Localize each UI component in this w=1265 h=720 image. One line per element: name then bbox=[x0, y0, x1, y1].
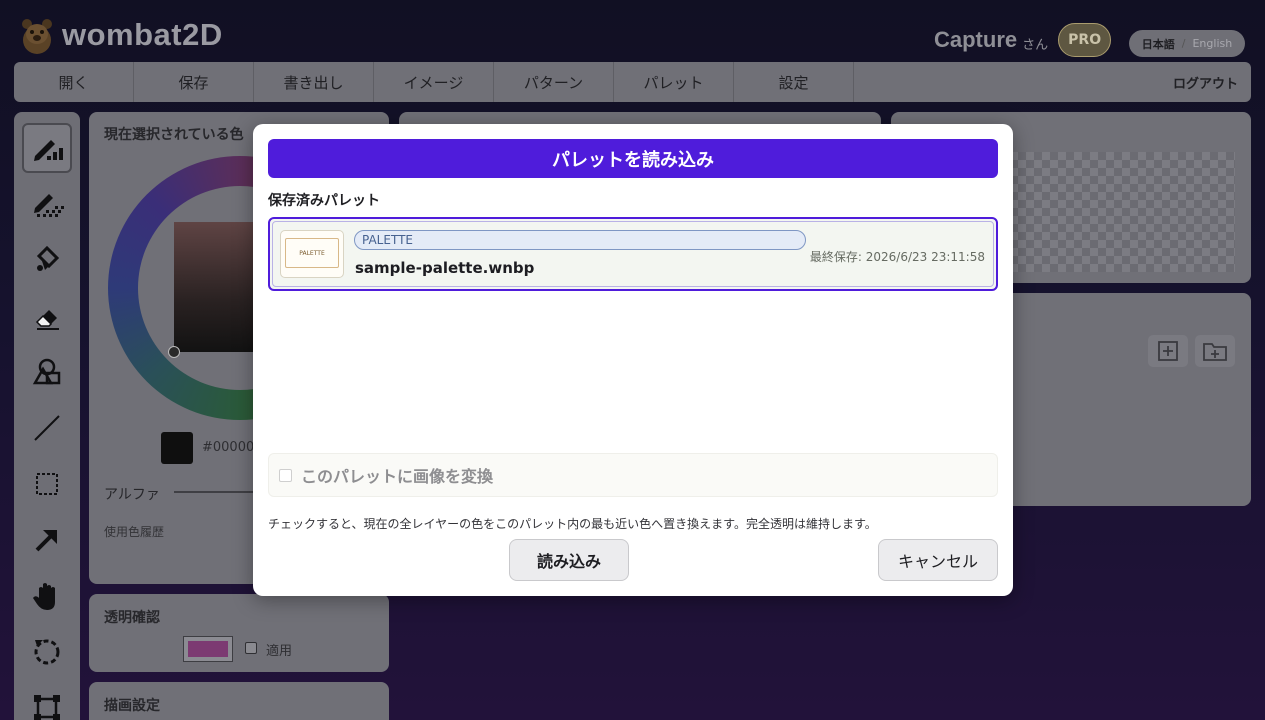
pen-icon[interactable] bbox=[22, 123, 72, 173]
menu-image[interactable]: イメージ bbox=[374, 62, 494, 102]
menu-pattern[interactable]: パターン bbox=[494, 62, 614, 102]
apply-checkbox[interactable] bbox=[245, 642, 257, 654]
palette-thumbnail-text: PALETTE bbox=[285, 238, 339, 268]
menu-settings[interactable]: 設定 bbox=[734, 62, 854, 102]
palette-file-item-body: PALETTE PALETTE sample-palette.wnbp 最終保存… bbox=[272, 221, 994, 287]
cancel-button[interactable]: キャンセル bbox=[878, 539, 998, 581]
add-layer-button[interactable] bbox=[1148, 335, 1188, 367]
palette-thumbnail: PALETTE bbox=[280, 230, 344, 278]
user-suffix: さん bbox=[1022, 37, 1049, 53]
transform-icon[interactable] bbox=[22, 683, 72, 720]
dither-pen-icon[interactable] bbox=[22, 179, 72, 229]
line-icon[interactable] bbox=[22, 403, 72, 453]
palette-last-saved: 最終保存: 2026/6/23 23:11:58 bbox=[809, 250, 985, 264]
alpha-label: アルファ bbox=[104, 487, 160, 503]
draw-settings-panel: 描画設定 bbox=[89, 682, 389, 720]
arrow-icon[interactable] bbox=[22, 515, 72, 565]
wombat-logo-icon bbox=[20, 15, 54, 55]
pro-badge: PRO bbox=[1058, 23, 1112, 57]
saved-palettes-label: 保存済みパレット bbox=[268, 193, 380, 209]
hue-handle-icon[interactable] bbox=[168, 346, 180, 358]
add-layer-icon bbox=[1158, 341, 1178, 361]
alpha-slider[interactable] bbox=[174, 491, 264, 493]
palette-file-item[interactable]: PALETTE PALETTE sample-palette.wnbp 最終保存… bbox=[268, 217, 998, 291]
transparency-panel-title: 透明確認 bbox=[104, 610, 160, 626]
menu-open[interactable]: 開く bbox=[14, 62, 134, 102]
user-info: Capture さん PRO bbox=[934, 22, 1112, 58]
color-history-label: 使用色履歴 bbox=[104, 525, 165, 539]
select-rect-icon[interactable] bbox=[22, 459, 72, 509]
menu-palette[interactable]: パレット bbox=[614, 62, 734, 102]
rotate-icon[interactable] bbox=[22, 627, 72, 677]
load-palette-dialog: パレットを読み込み 保存済みパレット PALETTE PALETTE sampl… bbox=[253, 124, 1013, 596]
draw-settings-title: 描画設定 bbox=[104, 698, 160, 714]
hand-icon[interactable] bbox=[22, 571, 72, 621]
shape-icon[interactable] bbox=[22, 347, 72, 397]
logout-link[interactable]: ログアウト bbox=[1173, 62, 1238, 102]
fill-icon[interactable] bbox=[22, 235, 72, 285]
menu-save[interactable]: 保存 bbox=[134, 62, 254, 102]
convert-hint: チェックすると、現在の全レイヤーの色をこのパレット内の最も近い色へ置き換えます。… bbox=[268, 517, 877, 531]
user-name: Capture bbox=[934, 27, 1018, 52]
add-folder-button[interactable] bbox=[1195, 335, 1235, 367]
load-button[interactable]: 読み込み bbox=[509, 539, 629, 581]
add-folder-icon bbox=[1203, 343, 1227, 361]
convert-option[interactable]: このパレットに画像を変換 bbox=[268, 453, 998, 497]
convert-checkbox[interactable] bbox=[279, 468, 292, 482]
lang-japanese[interactable]: 日本語 bbox=[1142, 36, 1175, 52]
saturation-value-square[interactable] bbox=[174, 222, 264, 352]
language-switch: 日本語 / English bbox=[1129, 30, 1245, 57]
transparency-panel: 透明確認 適用 bbox=[89, 594, 389, 672]
transparency-color-swatch[interactable] bbox=[183, 636, 233, 662]
app-name: wombat2D bbox=[62, 17, 223, 52]
palette-file-name: sample-palette.wnbp bbox=[355, 259, 535, 277]
menu-bar: 開く 保存 書き出し イメージ パターン パレット 設定 ログアウト bbox=[14, 62, 1251, 102]
color-panel-title: 現在選択されている色 bbox=[104, 127, 244, 143]
lang-english[interactable]: English bbox=[1192, 37, 1232, 50]
current-color-swatch[interactable] bbox=[161, 432, 193, 464]
lang-separator: / bbox=[1181, 37, 1186, 50]
tool-palette bbox=[14, 112, 80, 720]
dialog-title: パレットを読み込み bbox=[268, 139, 998, 178]
menu-export[interactable]: 書き出し bbox=[254, 62, 374, 102]
hex-value[interactable]: #00000 bbox=[202, 440, 254, 455]
preview-canvas bbox=[1010, 152, 1235, 272]
palette-type-tag: PALETTE bbox=[354, 230, 806, 250]
eraser-icon[interactable] bbox=[22, 291, 72, 341]
transparency-color-fill bbox=[188, 641, 228, 657]
convert-label: このパレットに画像を変換 bbox=[301, 467, 494, 486]
app-logo: wombat2D bbox=[20, 12, 223, 58]
saved-palette-list: PALETTE PALETTE sample-palette.wnbp 最終保存… bbox=[268, 217, 998, 449]
apply-label: 適用 bbox=[266, 644, 293, 659]
